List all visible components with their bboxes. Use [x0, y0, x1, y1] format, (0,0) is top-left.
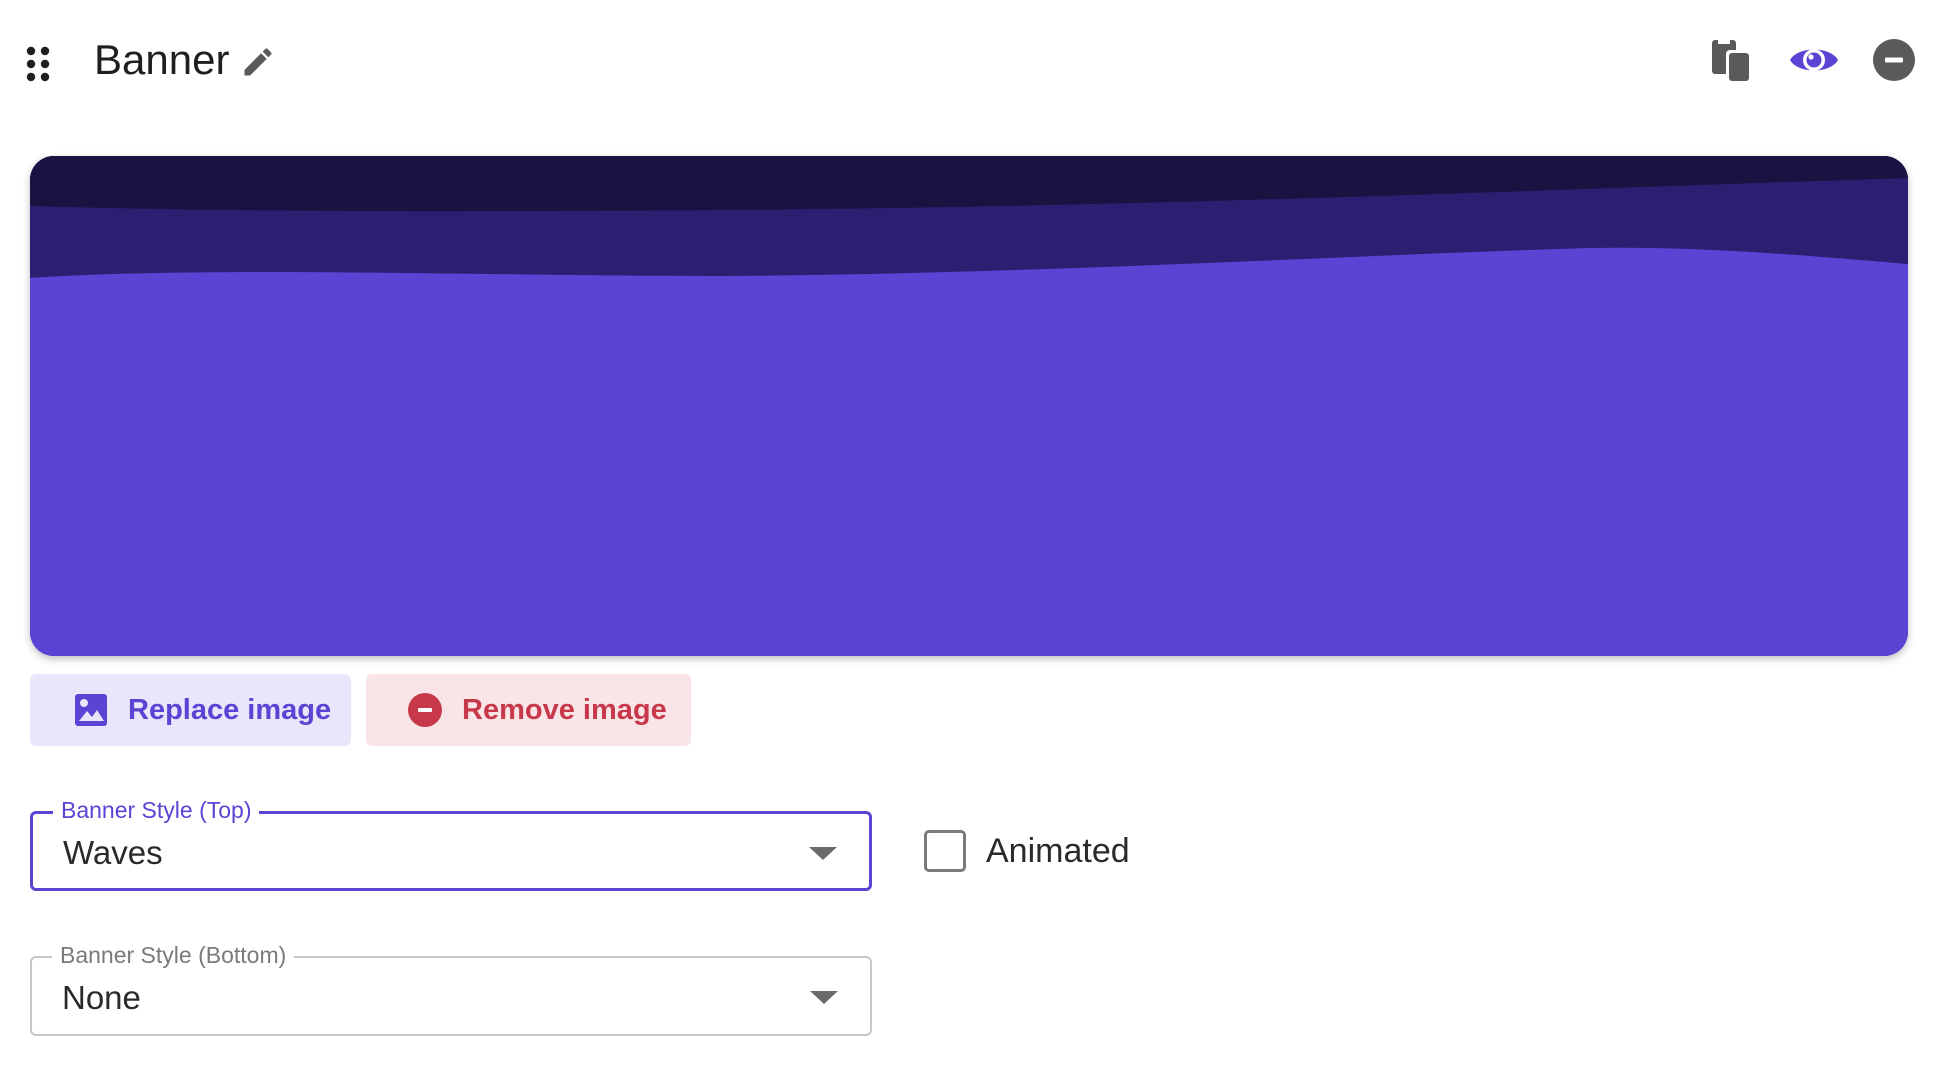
banner-style-top-label: Banner Style (Top)	[53, 796, 260, 824]
pencil-icon[interactable]	[240, 44, 276, 80]
animated-checkbox[interactable]	[924, 830, 966, 872]
banner-style-bottom-value: None	[62, 979, 141, 1016]
chevron-down-icon	[808, 988, 840, 1006]
banner-preview	[30, 156, 1908, 656]
replace-image-label: Replace image	[128, 693, 332, 726]
drag-handle-icon[interactable]	[26, 46, 50, 82]
remove-image-button[interactable]: Remove image	[366, 674, 691, 746]
chevron-down-icon	[807, 844, 839, 862]
image-icon	[72, 691, 110, 729]
copy-icon[interactable]	[1708, 34, 1760, 86]
animated-label[interactable]: Animated	[986, 830, 1130, 872]
banner-style-top-select[interactable]: Banner Style (Top) Waves	[30, 796, 872, 891]
banner-style-bottom-select[interactable]: Banner Style (Bottom) None	[30, 941, 872, 1036]
remove-circle-icon	[406, 691, 444, 729]
section-title: Banner	[94, 36, 230, 83]
banner-style-bottom-label: Banner Style (Bottom)	[52, 941, 295, 969]
replace-image-button[interactable]: Replace image	[30, 674, 351, 746]
remove-image-label: Remove image	[462, 693, 667, 726]
remove-circle-icon[interactable]	[1868, 34, 1920, 86]
eye-icon[interactable]	[1788, 34, 1840, 86]
banner-style-top-value: Waves	[63, 834, 163, 871]
